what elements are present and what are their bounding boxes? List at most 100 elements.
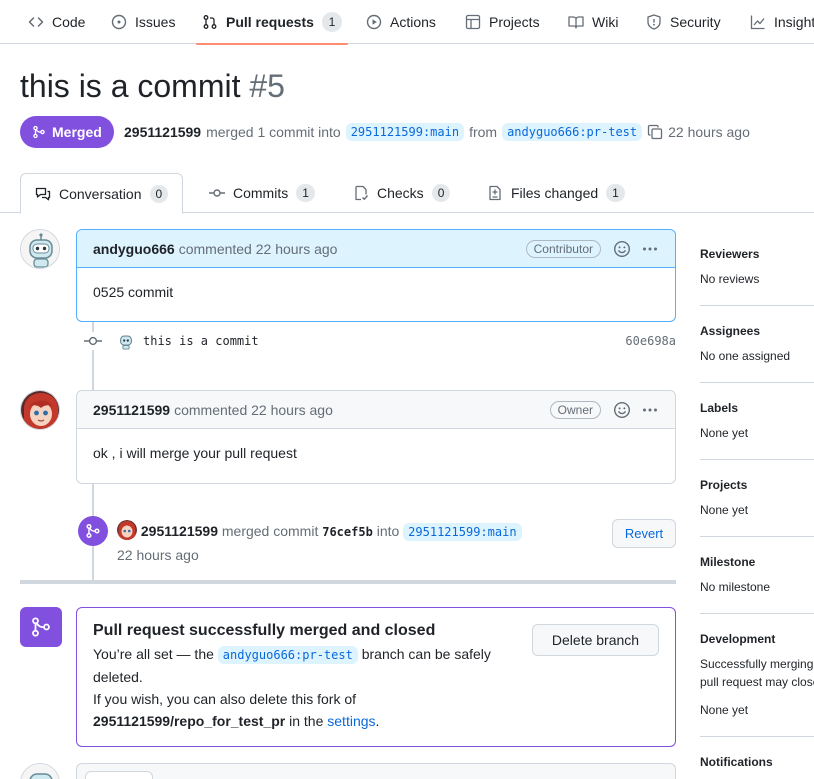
settings-link[interactable]: settings [327,713,375,729]
shield-icon [647,14,661,30]
pull-requests-count: 1 [321,12,342,32]
avatar[interactable] [20,763,60,779]
issue-icon [111,14,127,30]
smiley-icon[interactable] [613,240,631,258]
tab-checks[interactable]: Checks 0 [339,173,464,213]
comment-card: 2951121599 commented 22 hours ago Owner … [76,390,676,484]
nav-projects[interactable]: Projects [465,0,540,44]
sidebar-assignees-value: No one assigned [700,349,791,363]
sidebar-milestone: Milestone No milestone [700,555,814,596]
nav-wiki[interactable]: Wiki [568,0,618,44]
page-title: this is a commit #5 [20,68,285,105]
sidebar-development-title[interactable]: Development [700,632,814,646]
tab-conversation-count: 0 [149,184,169,203]
pr-summary: merged 1 commit into [206,124,341,140]
sidebar-projects: Projects None yet [700,478,814,519]
merged-status-text: If you wish, you can also delete this fo… [93,691,357,707]
tab-checks-label: Checks [377,185,424,201]
tab-conversation-label: Conversation [59,185,142,202]
nav-actions[interactable]: Actions [366,0,436,44]
tab-files-changed-count: 1 [606,184,625,202]
sidebar-labels-title[interactable]: Labels [700,401,814,415]
sidebar-labels: Labels None yet [700,401,814,442]
comment-editor[interactable] [76,763,676,779]
anime-avatar-icon [117,520,137,540]
tab-files-changed[interactable]: Files changed 1 [473,173,639,213]
base-branch[interactable]: 2951121599:main [345,123,465,141]
editor-write-tab[interactable] [85,771,153,779]
sidebar-divider [700,459,814,460]
comment-header: 2951121599 commented 22 hours ago Owner [77,391,675,429]
tab-checks-count: 0 [431,184,451,202]
kebab-horizontal-icon[interactable] [641,401,659,419]
nav-wiki-label: Wiki [592,14,619,30]
merged-head-branch[interactable]: andyguo666:pr-test [217,646,358,664]
merge-sha[interactable]: 76cef5b [322,525,373,539]
merge-branch[interactable]: 2951121599:main [403,523,522,541]
nav-actions-label: Actions [390,14,436,30]
book-icon [568,16,584,29]
anime-avatar-icon [21,391,59,429]
comment-author[interactable]: andyguo666 [93,241,175,257]
from-text: from [469,124,498,140]
status-badge-label: Merged [52,124,102,140]
merge-actor[interactable]: 2951121599 [141,523,218,539]
nav-security[interactable]: Security [646,0,721,44]
comment-header: andyguo666 commented 22 hours ago Contri… [77,230,675,268]
delete-branch-button[interactable]: Delete branch [532,624,659,656]
table-icon [465,14,481,30]
comment-body: 0525 commit [93,284,174,300]
merge-text: merged commit [221,523,319,539]
sidebar-divider [700,536,814,537]
sidebar-notifications: Notifications [700,755,814,778]
pr-author[interactable]: 2951121599 [124,124,201,140]
tab-commits[interactable]: Commits 1 [195,173,329,213]
nav-security-label: Security [670,14,721,30]
sidebar-development: Development Successfully merging this pu… [700,632,814,719]
kebab-horizontal-icon[interactable] [641,240,659,258]
sidebar-milestone-value: No milestone [700,580,771,594]
commit-sha[interactable]: 60e698a [625,334,676,348]
smiley-icon[interactable] [613,401,631,419]
tab-conversation[interactable]: Conversation 0 [20,173,184,214]
diff-icon [489,185,501,201]
head-branch[interactable]: andyguo666:pr-test [502,123,643,141]
comment-meta[interactable]: commented 22 hours ago [179,241,338,257]
sidebar-divider [700,736,814,737]
sidebar-reviewers-title[interactable]: Reviewers [700,247,814,261]
comment-meta[interactable]: commented 22 hours ago [174,402,333,418]
merge-event-text: 2951121599 merged commit 76cef5b into 29… [117,520,537,567]
commit-message[interactable]: this is a commit [143,334,259,348]
nav-code[interactable]: Code [28,0,85,44]
merge-time[interactable]: 22 hours ago [117,547,199,563]
sidebar-labels-value: None yet [700,426,749,440]
merged-status-text: You’re all set — the [93,646,214,662]
avatar[interactable] [20,229,60,269]
avatar[interactable] [20,390,60,430]
pr-subtitle: 2951121599 merged 1 commit into 29511215… [124,120,750,144]
timeline-divider [20,580,676,584]
repo-nav: Code Issues Pull requests 1 Actions Proj… [0,0,814,45]
pr-tabs: Conversation 0 Commits 1 Checks 0 Files … [0,173,814,214]
sidebar-projects-value: None yet [700,503,749,517]
nav-insights[interactable]: Insights [750,0,814,44]
nav-issues-label: Issues [135,14,176,30]
comment-author[interactable]: 2951121599 [93,402,170,418]
revert-button[interactable]: Revert [612,519,676,548]
sidebar-milestone-title[interactable]: Milestone [700,555,814,569]
nav-code-label: Code [52,14,86,30]
nav-pull-requests[interactable]: Pull requests 1 [196,0,348,45]
role-badge: Owner [549,400,601,419]
commit-row: this is a commit 60e698a [84,330,676,352]
merged-state-icon [20,607,62,647]
copy-icon[interactable] [647,124,663,140]
sidebar-divider [700,613,814,614]
pull-request-icon [203,15,217,29]
fork-repo-name: 2951121599/repo_for_test_pr [93,713,286,729]
sidebar-assignees-title[interactable]: Assignees [700,324,814,338]
merge-icon [32,617,50,637]
sidebar-assignees: Assignees No one assigned [700,324,814,365]
nav-issues[interactable]: Issues [111,0,175,44]
sidebar-projects-title[interactable]: Projects [700,478,814,492]
sidebar-divider [700,305,814,306]
